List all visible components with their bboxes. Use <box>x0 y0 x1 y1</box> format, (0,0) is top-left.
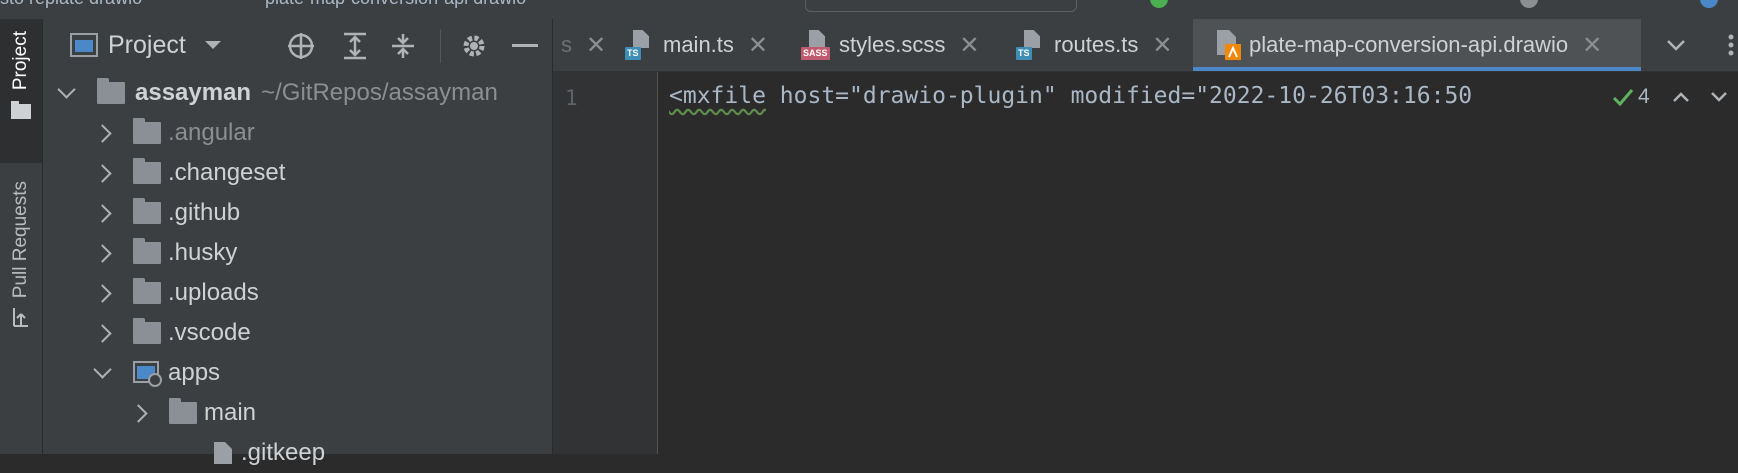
line-number: 1 <box>565 86 578 110</box>
tab-label: styles.scss <box>839 32 946 57</box>
editor-gutter: 1 <box>553 72 658 454</box>
close-icon[interactable]: ✕ <box>1582 31 1602 60</box>
tree-row[interactable]: .husky <box>93 233 238 273</box>
typescript-file-icon: TS <box>1016 30 1044 60</box>
tree-label: apps <box>168 359 221 386</box>
close-icon[interactable]: ✕ <box>748 31 768 60</box>
typescript-file-icon: TS <box>625 30 653 60</box>
minimize-icon[interactable] <box>511 32 539 60</box>
tree-row[interactable]: .gitkeep <box>213 433 325 473</box>
tree-row[interactable]: .changeset <box>93 153 286 193</box>
module-folder-icon <box>133 361 162 387</box>
chevron-right-icon[interactable] <box>93 123 112 143</box>
tab-partial[interactable]: s ✕ <box>561 19 606 71</box>
chevron-right-icon[interactable] <box>93 163 112 183</box>
sass-file-icon: SASS <box>801 30 830 60</box>
drawio-file-icon <box>1217 30 1241 60</box>
collapse-all-icon[interactable] <box>389 32 417 60</box>
folder-icon <box>133 118 161 144</box>
run-config-selector[interactable] <box>805 0 1077 12</box>
tree-path-hint: ~/GitRepos/assayman <box>261 79 498 106</box>
tree-label: main <box>204 399 257 426</box>
gear-icon[interactable] <box>460 32 488 60</box>
chevron-right-icon[interactable] <box>129 403 148 423</box>
chevron-right-icon[interactable] <box>93 203 112 223</box>
project-panel-title[interactable]: Project <box>108 31 186 60</box>
tree-label: .uploads <box>168 279 259 306</box>
chevron-down-icon[interactable] <box>93 359 112 379</box>
folder-icon <box>97 78 125 104</box>
tool-tab-pull-requests[interactable]: Pull Requests <box>0 181 42 391</box>
folder-icon <box>133 278 161 304</box>
breadcrumb-project[interactable]: sto replate drawio <box>0 0 142 9</box>
run-icon[interactable] <box>1150 0 1168 8</box>
chevron-right-icon[interactable] <box>93 243 112 263</box>
notifications-icon[interactable] <box>1700 0 1718 8</box>
header-divider <box>440 29 441 63</box>
expand-all-icon[interactable] <box>341 32 369 60</box>
folder-icon <box>133 158 161 184</box>
more-tabs-icon[interactable] <box>1725 33 1737 57</box>
pull-request-icon <box>13 308 28 328</box>
editor-tab-bar: s ✕ TS main.ts ✕ SASS styles.scss ✕ TS r… <box>553 19 1738 72</box>
tab-styles-scss[interactable]: SASS styles.scss ✕ <box>801 19 993 71</box>
code-tag: <mxfile <box>669 83 766 109</box>
project-panel: Project assayman ~/GitRepos/assayman .an… <box>43 19 553 466</box>
inspection-count: 4 <box>1638 85 1650 108</box>
tree-row[interactable]: main <box>129 393 257 433</box>
folder-icon <box>133 238 161 264</box>
file-icon <box>214 442 232 464</box>
close-icon[interactable]: ✕ <box>959 31 979 60</box>
folder-icon <box>169 398 197 424</box>
window-toolbar: sto replate drawio plate-map-conversion-… <box>0 0 1738 20</box>
close-icon[interactable]: ✕ <box>586 31 606 60</box>
tab-label: plate-map-conversion-api.drawio <box>1249 32 1569 57</box>
close-icon[interactable]: ✕ <box>1152 31 1172 60</box>
tree-row[interactable]: .vscode <box>93 313 251 353</box>
code-line[interactable]: <mxfile host="drawio-plugin" modified="2… <box>669 83 1472 109</box>
chevron-down-icon[interactable] <box>204 39 222 51</box>
tree-row[interactable]: apps <box>93 353 221 393</box>
chevron-right-icon[interactable] <box>93 283 112 303</box>
tool-window-strip: Project Pull Requests <box>0 19 43 454</box>
project-view-icon <box>70 33 98 57</box>
tree-label: .angular <box>168 119 255 146</box>
code-attributes: host="drawio-plugin" modified="2022-10-2… <box>765 83 1473 109</box>
project-panel-header: Project <box>43 19 552 71</box>
tool-tab-pull-requests-label: Pull Requests <box>10 181 31 299</box>
tab-label: s <box>561 32 572 57</box>
tab-drawio[interactable]: plate-map-conversion-api.drawio ✕ <box>1193 19 1641 71</box>
tree-row-root[interactable]: assayman ~/GitRepos/assayman <box>57 73 498 113</box>
chevron-up-icon[interactable] <box>1672 91 1690 103</box>
tree-row[interactable]: .uploads <box>93 273 259 313</box>
tree-row[interactable]: .angular <box>93 113 255 153</box>
tab-main-ts[interactable]: TS main.ts ✕ <box>625 19 782 71</box>
locate-icon[interactable] <box>287 32 315 60</box>
chevron-down-icon[interactable] <box>1710 91 1728 103</box>
tree-label: .vscode <box>168 319 251 346</box>
tree-label: .github <box>168 199 241 226</box>
tool-tab-project-label: Project <box>10 31 31 91</box>
tab-label: routes.ts <box>1054 32 1139 57</box>
folder-icon <box>11 101 31 120</box>
chevron-down-icon[interactable] <box>1666 39 1686 53</box>
tab-label: main.ts <box>663 32 734 57</box>
tool-tab-project[interactable]: Project <box>0 19 42 163</box>
check-icon <box>1612 89 1634 107</box>
tree-label: .changeset <box>168 159 286 186</box>
folder-icon <box>133 318 161 344</box>
tree-label: assayman <box>135 79 252 106</box>
tab-routes-ts[interactable]: TS routes.ts ✕ <box>1016 19 1186 71</box>
tree-label: .husky <box>168 239 238 266</box>
folder-icon <box>133 198 161 224</box>
chevron-right-icon[interactable] <box>93 323 112 343</box>
profile-icon[interactable] <box>1520 0 1538 8</box>
inspection-widget[interactable]: 4 <box>1612 85 1728 109</box>
breadcrumb-file[interactable]: plate-map-conversion-api drawio <box>265 0 526 9</box>
tree-label: .gitkeep <box>241 439 326 466</box>
chevron-down-icon[interactable] <box>57 79 76 99</box>
tree-row[interactable]: .github <box>93 193 241 233</box>
